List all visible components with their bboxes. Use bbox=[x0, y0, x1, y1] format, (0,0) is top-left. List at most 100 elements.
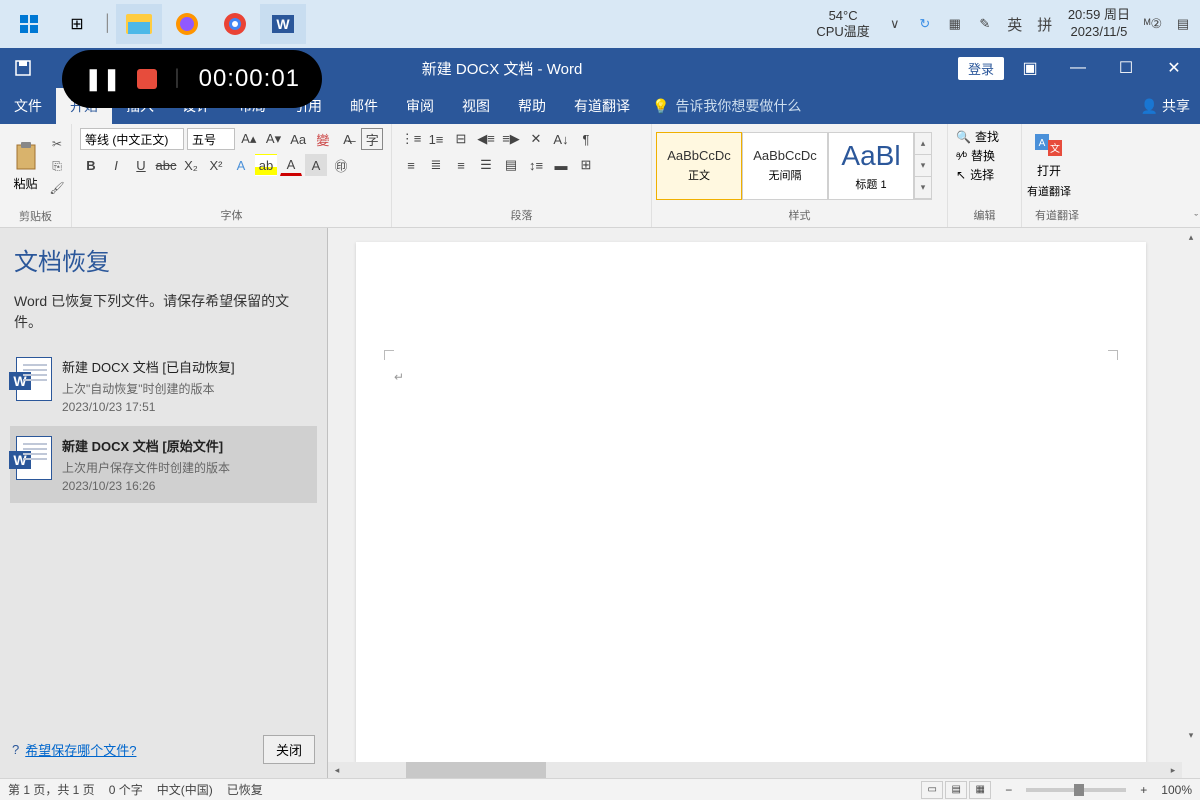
taskbar-clock[interactable]: 20:59 周日 2023/11/5 bbox=[1068, 7, 1130, 41]
recovery-item-original[interactable]: 新建 DOCX 文档 [原始文件] 上次用户保存文件时创建的版本 2023/10… bbox=[10, 426, 317, 503]
tell-me-search[interactable]: 💡 告诉我你想要做什么 bbox=[652, 96, 801, 116]
decrease-indent-button[interactable]: ◀≡ bbox=[475, 128, 497, 150]
find-button[interactable]: 🔍查找 bbox=[956, 128, 1013, 145]
subscript-button[interactable]: X₂ bbox=[180, 154, 202, 176]
tray-chevron-icon[interactable]: ∨ bbox=[884, 13, 906, 35]
document-page[interactable]: ↵ bbox=[356, 242, 1146, 762]
recovery-help-link[interactable]: ? 希望保存哪个文件? bbox=[12, 740, 136, 759]
grow-font-button[interactable]: A▴ bbox=[238, 128, 260, 150]
quick-access-save[interactable] bbox=[0, 48, 46, 88]
recorder-pause-button[interactable]: ❚❚ bbox=[84, 66, 121, 92]
tab-review[interactable]: 审阅 bbox=[392, 88, 448, 124]
tab-youdao[interactable]: 有道翻译 bbox=[560, 88, 644, 124]
styles-gallery[interactable]: AaBbCcDc 正文 AaBbCcDc 无间隔 AaBl 标题 1 ▴▾▾ bbox=[656, 132, 932, 200]
tray-pen-icon[interactable]: ✎ bbox=[974, 13, 996, 35]
tray-sync-icon[interactable]: ↻ bbox=[914, 13, 936, 35]
login-button[interactable]: 登录 bbox=[958, 57, 1004, 80]
style-normal[interactable]: AaBbCcDc 正文 bbox=[656, 132, 742, 200]
hscroll-thumb[interactable] bbox=[406, 762, 546, 778]
bold-button[interactable]: B bbox=[80, 154, 102, 176]
taskbar-app-word[interactable]: W bbox=[260, 4, 306, 44]
multilevel-list-button[interactable]: ⊟ bbox=[450, 128, 472, 150]
share-button[interactable]: 👤 共享 bbox=[1141, 96, 1190, 116]
character-border-button[interactable]: ㊞ bbox=[330, 154, 352, 176]
scroll-left-arrow[interactable]: ◂ bbox=[328, 762, 346, 778]
align-center-button[interactable]: ≣ bbox=[425, 154, 447, 176]
close-button[interactable]: ✕ bbox=[1152, 48, 1196, 88]
style-no-spacing[interactable]: AaBbCcDc 无间隔 bbox=[742, 132, 828, 200]
cpu-temp-widget[interactable]: 54°C CPU温度 bbox=[816, 8, 869, 39]
align-justify-button[interactable]: ☰ bbox=[475, 154, 497, 176]
zoom-out-button[interactable]: − bbox=[1005, 783, 1012, 797]
tab-help[interactable]: 帮助 bbox=[504, 88, 560, 124]
select-button[interactable]: ↖选择 bbox=[956, 166, 1013, 183]
taskbar-app-explorer[interactable] bbox=[116, 4, 162, 44]
view-read-mode[interactable]: ▭ bbox=[921, 781, 943, 799]
vertical-scrollbar[interactable]: ▴ ▾ bbox=[1182, 228, 1200, 762]
view-print-layout[interactable]: ▤ bbox=[945, 781, 967, 799]
highlight-button[interactable]: ab bbox=[255, 154, 277, 176]
borders-button[interactable]: ⊞ bbox=[575, 154, 597, 176]
maximize-button[interactable]: ☐ bbox=[1104, 48, 1148, 88]
status-word-count[interactable]: 0 个字 bbox=[109, 781, 143, 798]
font-size-select[interactable] bbox=[187, 128, 235, 150]
text-effects-button[interactable]: A bbox=[230, 154, 252, 176]
scroll-right-arrow[interactable]: ▸ bbox=[1164, 762, 1182, 778]
tab-view[interactable]: 视图 bbox=[448, 88, 504, 124]
strikethrough-button[interactable]: abc bbox=[155, 154, 177, 176]
shrink-font-button[interactable]: A▾ bbox=[263, 128, 285, 150]
scroll-up-arrow[interactable]: ▴ bbox=[1182, 228, 1200, 246]
superscript-button[interactable]: X² bbox=[205, 154, 227, 176]
style-heading1[interactable]: AaBl 标题 1 bbox=[828, 132, 914, 200]
recorder-stop-button[interactable] bbox=[137, 69, 157, 89]
scroll-down-arrow[interactable]: ▾ bbox=[1182, 726, 1200, 744]
copy-button[interactable]: ⎘ bbox=[47, 156, 67, 176]
tab-file[interactable]: 文件 bbox=[0, 88, 56, 124]
replace-button[interactable]: ᵃ⁄ᵇ替换 bbox=[956, 147, 1013, 164]
bullets-button[interactable]: ⋮≡ bbox=[400, 128, 422, 150]
styles-scroll[interactable]: ▴▾▾ bbox=[914, 132, 932, 200]
align-left-button[interactable]: ≡ bbox=[400, 154, 422, 176]
taskbar-app-chrome[interactable] bbox=[212, 4, 258, 44]
zoom-level[interactable]: 100% bbox=[1161, 783, 1192, 797]
shading-button[interactable]: ▬ bbox=[550, 154, 572, 176]
phonetic-guide-button[interactable]: 變 bbox=[312, 128, 334, 150]
status-language[interactable]: 中文(中国) bbox=[157, 781, 213, 798]
ime-language[interactable]: 英 bbox=[1004, 13, 1026, 35]
italic-button[interactable]: I bbox=[105, 154, 127, 176]
zoom-in-button[interactable]: + bbox=[1140, 783, 1147, 797]
asian-layout-button[interactable]: ✕ bbox=[525, 128, 547, 150]
youdao-open-button[interactable]: A文 打开 有道翻译 bbox=[1026, 126, 1072, 205]
status-page[interactable]: 第 1 页，共 1 页 bbox=[8, 781, 95, 798]
align-right-button[interactable]: ≡ bbox=[450, 154, 472, 176]
zoom-slider[interactable] bbox=[1026, 788, 1126, 792]
format-painter-button[interactable]: 🖌 bbox=[47, 178, 67, 198]
sort-button[interactable]: A↓ bbox=[550, 128, 572, 150]
view-web-layout[interactable]: ▦ bbox=[969, 781, 991, 799]
character-shading-button[interactable]: A bbox=[305, 154, 327, 176]
collapse-ribbon-button[interactable]: ˇ bbox=[1194, 213, 1198, 225]
paste-button[interactable]: 粘贴 bbox=[4, 126, 47, 206]
clear-formatting-button[interactable]: A̶ bbox=[337, 128, 359, 150]
tab-mailings[interactable]: 邮件 bbox=[336, 88, 392, 124]
document-area[interactable]: ↵ ▴ ▾ ◂ ▸ bbox=[328, 228, 1200, 778]
line-spacing-button[interactable]: ↕≡ bbox=[525, 154, 547, 176]
font-color-button[interactable]: A bbox=[280, 154, 302, 176]
tray-app-icon[interactable]: ▦ bbox=[944, 13, 966, 35]
minimize-button[interactable]: — bbox=[1056, 48, 1100, 88]
align-distributed-button[interactable]: ▤ bbox=[500, 154, 522, 176]
show-hide-marks-button[interactable]: ¶ bbox=[575, 128, 597, 150]
recovery-close-button[interactable]: 关闭 bbox=[263, 735, 315, 764]
increase-indent-button[interactable]: ≡▶ bbox=[500, 128, 522, 150]
numbering-button[interactable]: 1≡ bbox=[425, 128, 447, 150]
task-view-button[interactable]: ⊞ bbox=[54, 4, 100, 44]
font-family-select[interactable] bbox=[80, 128, 184, 150]
ribbon-display-options[interactable]: ▣ bbox=[1008, 48, 1052, 88]
start-button[interactable] bbox=[6, 4, 52, 44]
horizontal-scrollbar[interactable]: ◂ ▸ bbox=[328, 762, 1182, 778]
change-case-button[interactable]: Aa bbox=[287, 128, 309, 150]
notification-center-icon[interactable]: ▤ bbox=[1172, 13, 1194, 35]
taskbar-app-firefox[interactable] bbox=[164, 4, 210, 44]
ime-mode[interactable]: 拼 bbox=[1034, 13, 1056, 35]
tray-monitor-icon[interactable]: ᴹ② bbox=[1142, 13, 1164, 35]
